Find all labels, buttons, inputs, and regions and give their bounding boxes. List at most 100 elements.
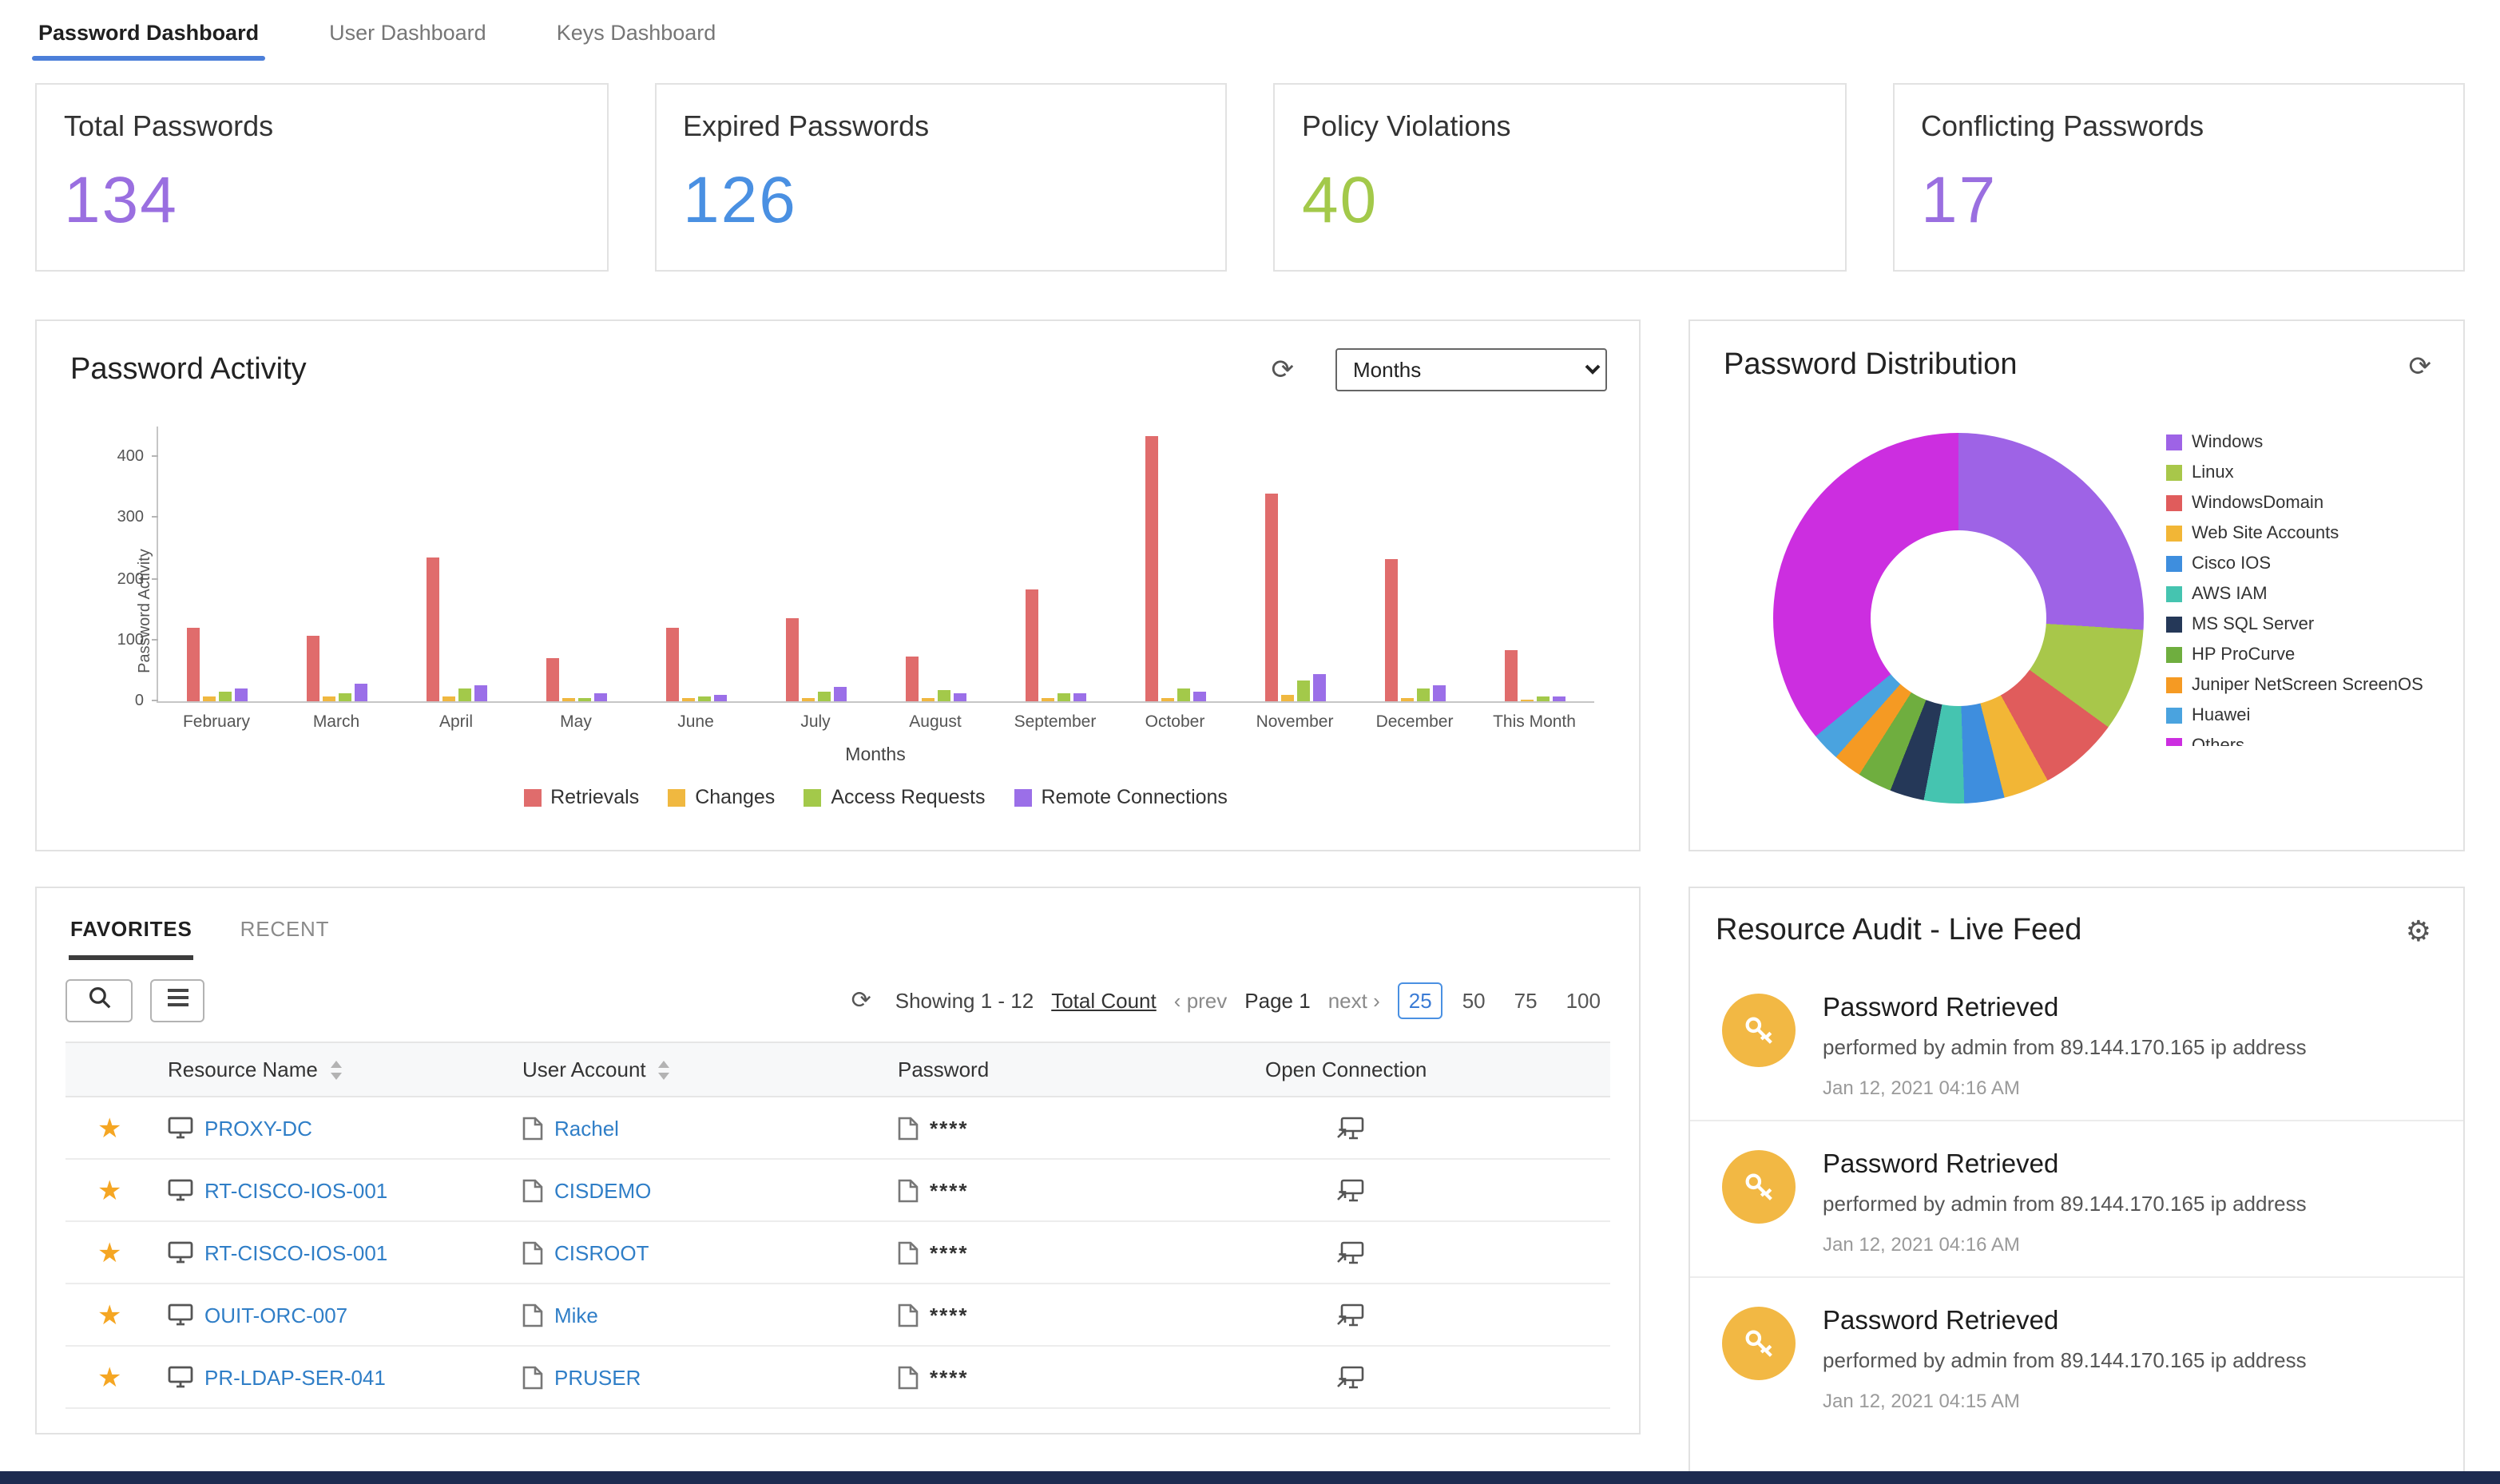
gear-icon[interactable]: ⚙ [2406,917,2431,946]
list-view-button[interactable] [150,979,204,1022]
page-size-100[interactable]: 100 [1557,984,1610,1018]
star-icon[interactable]: ★ [97,1176,122,1204]
donut-legend-label: Windows [2192,432,2264,451]
y-tick-label: 100 [117,631,144,649]
donut-legend-label: Huawei [2192,705,2251,724]
x-axis-title: Months [845,746,906,765]
donut-legend-swatch [2166,555,2182,571]
avatar [1722,994,1796,1067]
resource-cell: PR-LDAP-SER-041 [155,1365,510,1389]
resource-link[interactable]: RT-CISCO-IOS-001 [204,1240,387,1264]
search-icon [87,985,111,1017]
x-tick-label: August [909,712,962,732]
retrievals-bar [1145,435,1158,701]
search-button[interactable] [65,979,133,1022]
access-requests-bar [698,696,712,701]
retrievals-bar [1504,649,1518,701]
refresh-icon[interactable]: ⟳ [1272,356,1295,383]
refresh-icon[interactable]: ⟳ [2409,352,2432,379]
donut-legend-label: Linux [2192,462,2234,482]
next-page-button[interactable]: next › [1328,989,1380,1013]
remote-connections-bar [594,692,608,701]
donut-legend: Windows Linux WindowsDomain Web Site Accoun… [2166,427,2450,746]
legend-label: Retrievals [550,786,640,808]
page-scale-wrapper: Password Dashboard User Dashboard Keys Das… [0,0,2500,1484]
changes-bar [1280,695,1294,701]
password-cell: **** [885,1303,1252,1327]
x-axis-labels: February March April May June July August Septe… [157,712,1594,732]
total-count-link[interactable]: Total Count [1051,989,1157,1013]
star-icon[interactable]: ★ [97,1239,122,1266]
page-size-50[interactable]: 50 [1453,984,1495,1018]
bar-group-april [398,427,518,701]
access-requests-bar [937,690,950,701]
tab-password-dashboard[interactable]: Password Dashboard [31,0,266,61]
open-connection-icon[interactable] [1335,1365,1366,1389]
account-link[interactable]: Mike [554,1303,598,1327]
star-icon[interactable]: ★ [97,1301,122,1328]
bar-group-september [996,427,1116,701]
resource-link[interactable]: PROXY-DC [204,1116,312,1140]
stat-value: 17 [1921,163,1998,236]
resource-link[interactable]: RT-CISCO-IOS-001 [204,1178,387,1202]
monitor-icon [168,1179,193,1201]
resource-link[interactable]: OUIT-ORC-007 [204,1303,347,1327]
changes-bar [682,698,696,701]
retrievals-bar [1025,589,1038,701]
account-link[interactable]: CISROOT [554,1240,649,1264]
y-tick-label: 300 [117,509,144,527]
y-tick-mark [152,516,158,518]
page-size-25[interactable]: 25 [1397,982,1443,1019]
resource-audit-header: Resource Audit - Live Feed ⚙ [1690,888,2463,965]
star-icon[interactable]: ★ [97,1114,122,1141]
x-tick-label: December [1375,712,1454,732]
column-header-resource-name[interactable]: Resource Name [155,1057,510,1081]
password-cell: **** [885,1116,1252,1140]
chevron-left-icon: ‹ [1173,989,1181,1013]
favorites-tab-favorites[interactable]: FAVORITES [69,911,194,960]
stat-title: Expired Passwords [683,110,930,142]
page-size-75[interactable]: 75 [1505,984,1547,1018]
tab-user-dashboard[interactable]: User Dashboard [326,0,490,61]
period-select[interactable]: Months [1335,348,1607,391]
table-header: Resource Name User Account Password Open Co… [65,1042,1610,1097]
donut-legend-swatch [2166,646,2182,662]
donut-legend-item-windowsdomain: WindowsDomain [2166,487,2450,518]
donut-legend-label: Juniper NetScreen ScreenOS [2192,675,2423,694]
masked-password: **** [930,1303,969,1327]
open-connection-icon[interactable] [1335,1116,1366,1140]
key-icon [1740,1012,1777,1049]
account-link[interactable]: PRUSER [554,1365,641,1389]
favorite-star-cell: ★ [65,1301,155,1328]
changes-bar [921,698,935,701]
open-connection-icon[interactable] [1335,1178,1366,1202]
prev-page-button[interactable]: ‹ prev [1174,989,1228,1013]
tab-keys-dashboard[interactable]: Keys Dashboard [554,0,720,61]
resource-link[interactable]: PR-LDAP-SER-041 [204,1365,386,1389]
feed-title: Password Retrieved [1823,994,2059,1022]
stat-value: 40 [1302,163,1379,236]
open-connection-icon[interactable] [1335,1240,1366,1264]
changes-bar [203,696,216,701]
donut-legend-item-cisco-ios: Cisco IOS [2166,548,2450,578]
column-header-user-account[interactable]: User Account [510,1057,885,1081]
favorites-tabs: FAVORITES RECENT [37,888,1639,960]
key-icon [1740,1169,1777,1205]
legend-swatch [523,788,542,806]
remote-connections-bar [953,693,966,701]
resource-cell: OUIT-ORC-007 [155,1303,510,1327]
refresh-icon[interactable]: ⟳ [851,989,871,1013]
document-icon [522,1240,543,1264]
open-connection-icon[interactable] [1335,1303,1366,1327]
avatar [1722,1150,1796,1224]
favorites-tab-recent[interactable]: RECENT [239,911,331,960]
donut-legend-item-aws-iam: AWS IAM [2166,578,2450,609]
retrievals-bar [187,628,200,701]
donut-legend-item-linux: Linux [2166,457,2450,487]
table-row: ★ PR-LDAP-SER-041 PRUSER **** [65,1347,1610,1409]
account-link[interactable]: Rachel [554,1116,619,1140]
star-icon[interactable]: ★ [97,1363,122,1391]
account-link[interactable]: CISDEMO [554,1178,651,1202]
password-distribution-header: Password Distribution ⟳ [1690,321,2463,383]
bar-group-august [876,427,996,701]
